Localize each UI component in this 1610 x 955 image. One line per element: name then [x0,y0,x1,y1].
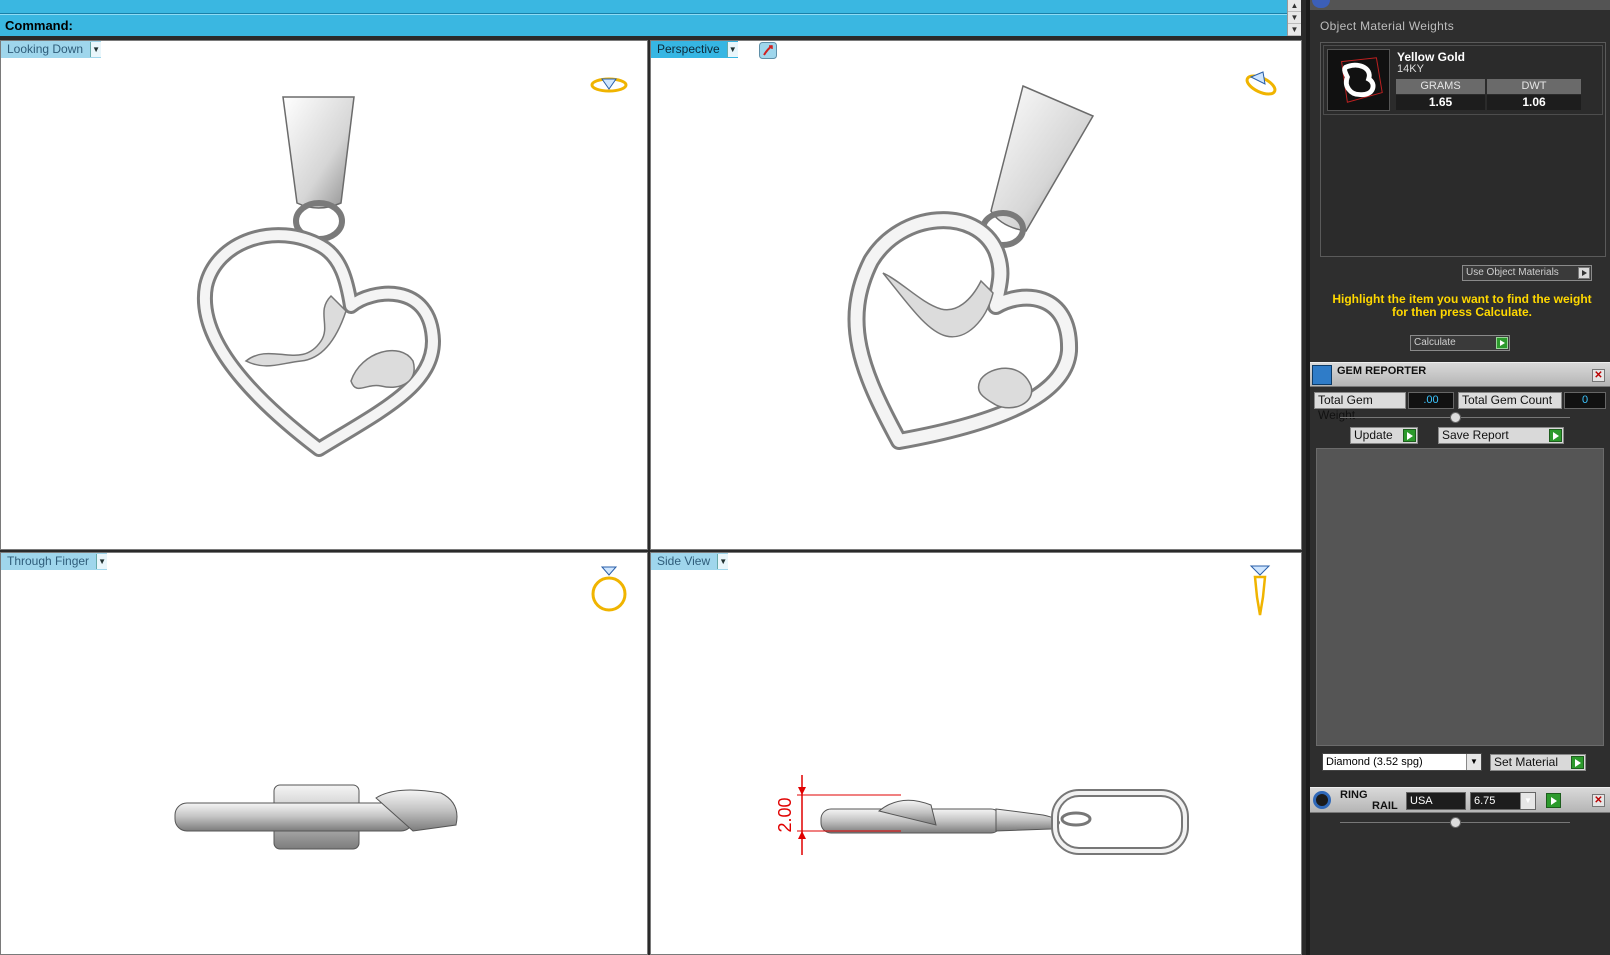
play-icon [1496,337,1508,349]
material-karat: 14KY [1397,63,1424,75]
total-gem-count-label: Total Gem Count [1458,392,1562,409]
slider-knob[interactable] [1450,817,1461,828]
ring-rail-slider[interactable] [1340,817,1570,828]
chevron-down-icon[interactable]: ▼ [1466,754,1481,770]
ring-rail-icon [1313,791,1331,809]
save-report-label: Save Report [1442,428,1509,442]
size-standard-select[interactable]: USA [1406,792,1466,810]
use-object-materials-toggle[interactable]: Use Object Materials [1462,265,1592,281]
total-gem-count-value: 0 [1564,392,1606,409]
pendant-side-view: 2.00 [775,775,1189,855]
slider-knob[interactable] [1450,412,1461,423]
grams-header: GRAMS [1396,79,1485,94]
use-object-materials-label: Use Object Materials [1466,267,1559,278]
total-gem-weight-value: .00 [1408,392,1454,409]
command-bar[interactable]: Command: [0,14,1287,36]
gem-material-value: Diamond (3.52 spg) [1326,756,1423,768]
command-history[interactable] [0,0,1287,14]
gem-reporter-header[interactable]: GEM REPORTER ✕ [1310,362,1610,387]
gem-list[interactable] [1316,448,1604,746]
calculate-button[interactable]: Calculate [1410,335,1510,351]
ring-rail-title-2: RAIL [1372,800,1398,812]
panel-logo-icon [1312,0,1330,8]
material-entry[interactable]: Yellow Gold 14KY GRAMS DWT 1.65 1.06 [1323,45,1603,115]
ring-rail-title-1: RING [1340,789,1368,801]
set-material-label: Set Material [1494,755,1559,769]
save-report-button[interactable]: Save Report [1438,427,1564,444]
play-icon [1403,429,1416,442]
pendant-perspective-view [847,84,1095,450]
ring-size-value: 6.75 [1474,795,1496,807]
close-icon[interactable]: ✕ [1592,369,1605,382]
scroll-up-icon[interactable]: ▲ [1288,0,1301,12]
update-button[interactable]: Update [1350,427,1418,444]
update-label: Update [1354,428,1393,442]
gem-reporter-title: GEM REPORTER [1337,365,1427,377]
viewport-looking-down[interactable]: Looking Down ▼ [0,40,648,550]
material-name: Yellow Gold [1397,50,1466,64]
command-label: Command: [5,18,73,33]
ring-size-select[interactable]: 6.75 ▼ [1470,792,1536,810]
weight-table: GRAMS DWT 1.65 1.06 [1396,79,1586,111]
ring-rail-header[interactable]: RING RAIL USA 6.75 ▼ ✕ [1310,787,1610,813]
grams-value: 1.65 [1396,95,1485,110]
total-gem-weight-label: Total Gem Weight [1314,392,1406,422]
gem-reporter-slider[interactable] [1340,412,1570,423]
chevron-down-icon[interactable]: ▼ [1520,793,1535,809]
ring-rail-go-button[interactable] [1546,793,1561,808]
toggle-icon[interactable] [1578,267,1590,279]
material-thumbnail [1327,49,1390,111]
scroll-end-icon[interactable]: ▼ [1288,24,1301,36]
pendant-finger-view [174,784,458,850]
dwt-header: DWT [1487,79,1581,94]
play-icon [1571,756,1584,769]
set-material-button[interactable]: Set Material [1490,754,1586,771]
viewport-side-view[interactable]: Side View ▼ 2.00 [650,552,1302,955]
app-window: Command: ▲ ▼ ▼ Looking Down ▼ Perspectiv… [0,0,1610,955]
pendant-top-view [196,96,441,457]
right-panel: Object Material Weights Yellow Gold 14KY… [1306,0,1610,955]
material-weights-list: Yellow Gold 14KY GRAMS DWT 1.65 1.06 [1320,42,1606,257]
close-icon[interactable]: ✕ [1592,794,1605,807]
viewport-perspective[interactable]: Perspective ▼ [650,40,1302,550]
calculate-label: Calculate [1414,337,1456,348]
calculate-hint: Highlight the item you want to find the … [1332,292,1592,319]
size-standard-value: USA [1410,795,1433,807]
material-weights-title: Object Material Weights [1320,19,1455,33]
gem-material-select[interactable]: Diamond (3.52 spg) ▼ [1322,753,1482,771]
scroll-down-icon[interactable]: ▼ [1288,12,1301,24]
dimension-label: 2.00 [775,797,795,832]
command-scrollbar[interactable]: ▲ ▼ ▼ [1287,0,1301,36]
play-icon [1549,429,1562,442]
panel-top-strip [1310,0,1610,10]
gem-reporter-icon [1312,365,1332,385]
play-icon [1551,797,1557,805]
viewport-through-finger[interactable]: Through Finger ▼ [0,552,648,955]
dwt-value: 1.06 [1487,95,1581,110]
